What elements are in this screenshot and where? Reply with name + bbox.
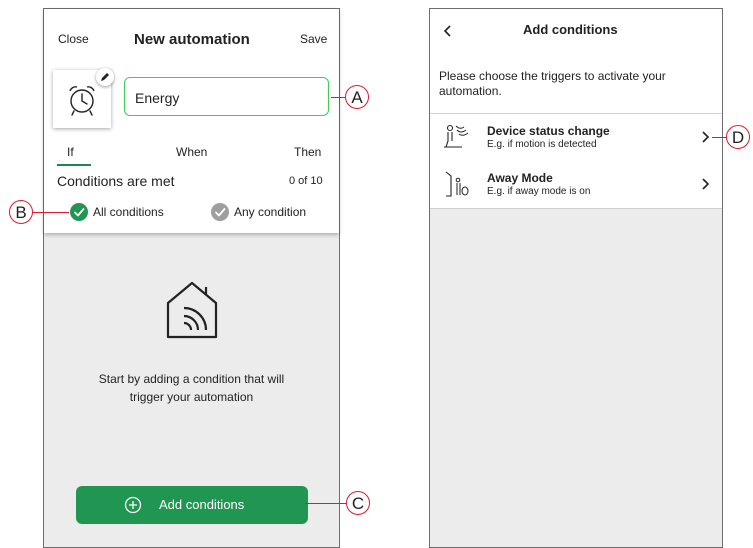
callout-c: C: [346, 491, 370, 515]
all-conditions-radio[interactable]: [70, 203, 88, 221]
away-mode-title: Away Mode: [487, 171, 553, 185]
tab-then[interactable]: Then: [294, 145, 321, 159]
automation-name-input[interactable]: Energy: [124, 77, 329, 116]
callout-a-line: [331, 97, 345, 98]
list-item-away-mode[interactable]: Away Mode E.g. if away mode is on: [430, 161, 722, 209]
plus-circle-icon: [124, 496, 142, 514]
instruction-line-2: automation.: [439, 84, 502, 98]
device-status-change-subtitle: E.g. if motion is detected: [487, 139, 597, 150]
device-status-change-title: Device status change: [487, 124, 610, 138]
motion-sensor-icon: [444, 124, 469, 148]
instruction-line-1: Please choose the triggers to activate y…: [439, 69, 666, 83]
active-tab-indicator: [57, 164, 91, 166]
callout-b-line: [33, 212, 69, 213]
tab-when[interactable]: When: [176, 145, 207, 159]
pencil-icon: [101, 73, 109, 81]
chevron-right-icon: [702, 178, 710, 190]
away-mode-subtitle: E.g. if away mode is on: [487, 186, 591, 197]
list-item-device-status-change[interactable]: Device status change E.g. if motion is d…: [430, 113, 722, 162]
empty-state-line-2: trigger your automation: [129, 390, 254, 404]
checkmark-icon: [215, 208, 226, 217]
checkmark-icon: [74, 208, 85, 217]
close-button[interactable]: Close: [58, 32, 89, 46]
callout-a: A: [345, 85, 369, 109]
any-condition-label: Any condition: [234, 205, 307, 219]
away-mode-icon: [445, 171, 469, 197]
automation-header-card: Close New automation Save Energy If When…: [44, 9, 339, 233]
add-conditions-button[interactable]: Add conditions: [76, 486, 308, 524]
smart-home-icon: [166, 281, 218, 339]
instruction-text: Please choose the triggers to activate y…: [439, 69, 666, 99]
any-condition-radio[interactable]: [211, 203, 229, 221]
callout-d: D: [726, 125, 750, 149]
all-conditions-label: All conditions: [93, 205, 164, 219]
empty-state-line-1: Start by adding a condition that will: [98, 372, 285, 386]
add-conditions-header: Add conditions Please choose the trigger…: [430, 9, 722, 113]
conditions-label: Conditions are met: [57, 173, 175, 189]
new-automation-screen: Close New automation Save Energy If When…: [43, 8, 340, 548]
conditions-count: 0 of 10: [289, 175, 323, 187]
back-chevron-icon[interactable]: [442, 23, 454, 39]
callout-b: B: [9, 200, 33, 224]
add-conditions-screen: Add conditions Please choose the trigger…: [429, 8, 723, 548]
add-conditions-label: Add conditions: [159, 497, 245, 512]
screen-title: Add conditions: [523, 22, 618, 37]
tab-if[interactable]: If: [67, 145, 74, 159]
page-title: New automation: [134, 31, 250, 48]
chevron-right-icon: [702, 131, 710, 143]
save-button[interactable]: Save: [300, 32, 327, 46]
callout-c-line: [305, 503, 346, 504]
callout-d-line: [712, 137, 726, 138]
edit-icon-button[interactable]: [96, 68, 114, 86]
empty-state-text: Start by adding a condition that will tr…: [44, 370, 339, 406]
